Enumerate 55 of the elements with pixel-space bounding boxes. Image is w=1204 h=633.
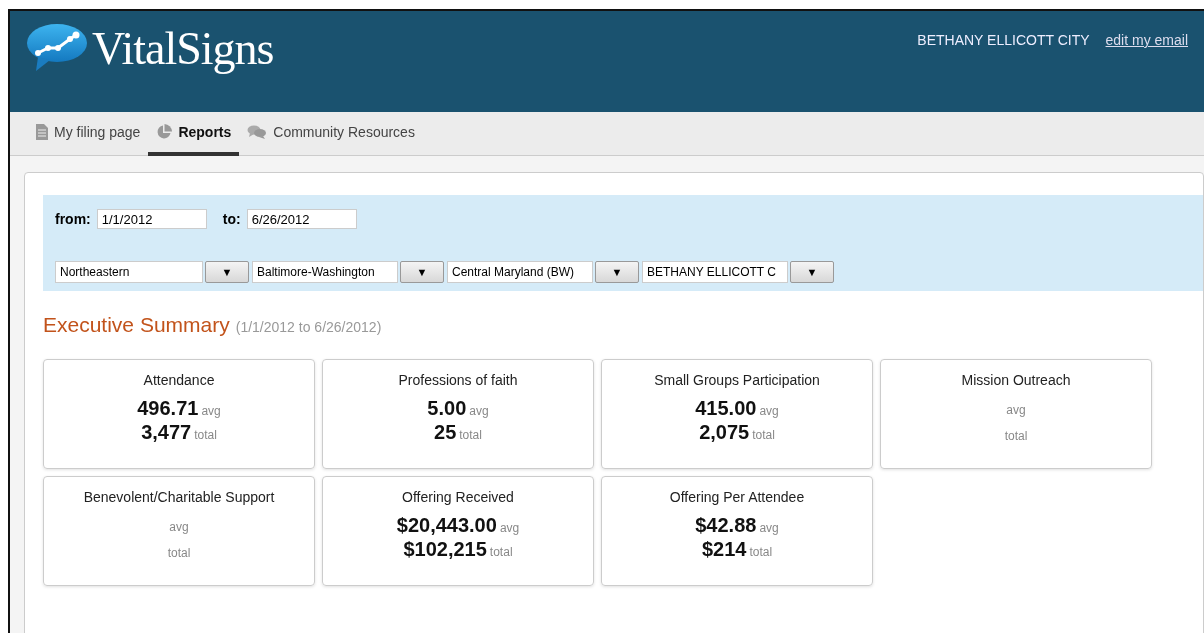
metric-value: $214 xyxy=(701,538,747,561)
metric-unit: total xyxy=(752,428,775,442)
metric-value: 5.00 xyxy=(427,397,467,420)
metric-unit: total xyxy=(194,428,217,442)
metric-value: $20,443.00 xyxy=(396,514,497,537)
dropdown-field[interactable]: Northeastern xyxy=(55,261,203,283)
metric-unit: avg xyxy=(759,521,779,535)
metric-value: 2,075 xyxy=(699,421,750,444)
logo-text: VitalSigns xyxy=(92,21,274,75)
dropdown-field[interactable]: Central Maryland (BW) xyxy=(447,261,593,283)
document-icon xyxy=(36,124,48,140)
nav-tab[interactable]: Reports xyxy=(148,112,240,156)
from-label: from: xyxy=(55,211,91,227)
pie-chart-icon xyxy=(156,124,173,140)
metric-unit: avg xyxy=(169,520,189,534)
metric-title: Offering Received xyxy=(402,489,514,505)
metric-unit: avg xyxy=(201,404,221,418)
metric-title: Professions of faith xyxy=(398,372,518,388)
metric-value: 3,477 xyxy=(141,421,192,444)
user-name: BETHANY ELLICOTT CITY xyxy=(917,32,1090,48)
metric-value: 25 xyxy=(434,421,457,444)
metric-unit: avg xyxy=(759,404,779,418)
chart-bubble-icon xyxy=(26,23,88,73)
chat-bubbles-icon xyxy=(247,125,268,139)
metric-title: Mission Outreach xyxy=(961,372,1071,388)
metric-unit: total xyxy=(167,546,191,560)
metric-unit: avg xyxy=(499,521,520,535)
metric-title: Attendance xyxy=(143,372,215,388)
metric-unit: total xyxy=(489,545,513,559)
dropdown-button[interactable]: ▼ xyxy=(205,261,249,283)
dropdown-field[interactable]: Baltimore-Washington xyxy=(252,261,398,283)
metric-value: $102,215 xyxy=(403,538,487,561)
metric-unit: total xyxy=(459,428,482,442)
dropdown-button[interactable]: ▼ xyxy=(790,261,834,283)
metric-unit: total xyxy=(749,545,773,559)
from-date-field[interactable]: 1/1/2012 xyxy=(96,209,207,229)
metric-value: $42.88 xyxy=(695,514,757,537)
to-label: to: xyxy=(222,211,241,227)
section-title: Executive Summary xyxy=(43,313,230,337)
dropdown-field[interactable]: BETHANY ELLICOTT C xyxy=(642,261,788,283)
date-range: (1/1/2012 to 6/26/2012) xyxy=(235,319,382,335)
dropdown-button[interactable]: ▼ xyxy=(400,261,444,283)
to-date-field[interactable]: 6/26/2012 xyxy=(246,209,357,229)
nav-tab[interactable]: Community Resources xyxy=(239,112,423,156)
metric-value: 415.00 xyxy=(695,397,757,420)
metric-unit: avg xyxy=(1006,403,1026,417)
metric-title: Benevolent/Charitable Support xyxy=(83,489,275,505)
nav-tab[interactable]: My filing page xyxy=(28,112,149,156)
metric-title: Offering Per Attendee xyxy=(669,489,805,505)
metric-title: Small Groups Participation xyxy=(654,372,820,388)
metric-unit: total xyxy=(1004,429,1028,443)
metric-unit: avg xyxy=(469,404,489,418)
edit-email-link[interactable]: edit my email xyxy=(1105,32,1188,48)
metric-value: 496.71 xyxy=(137,397,199,420)
dropdown-button[interactable]: ▼ xyxy=(595,261,639,283)
